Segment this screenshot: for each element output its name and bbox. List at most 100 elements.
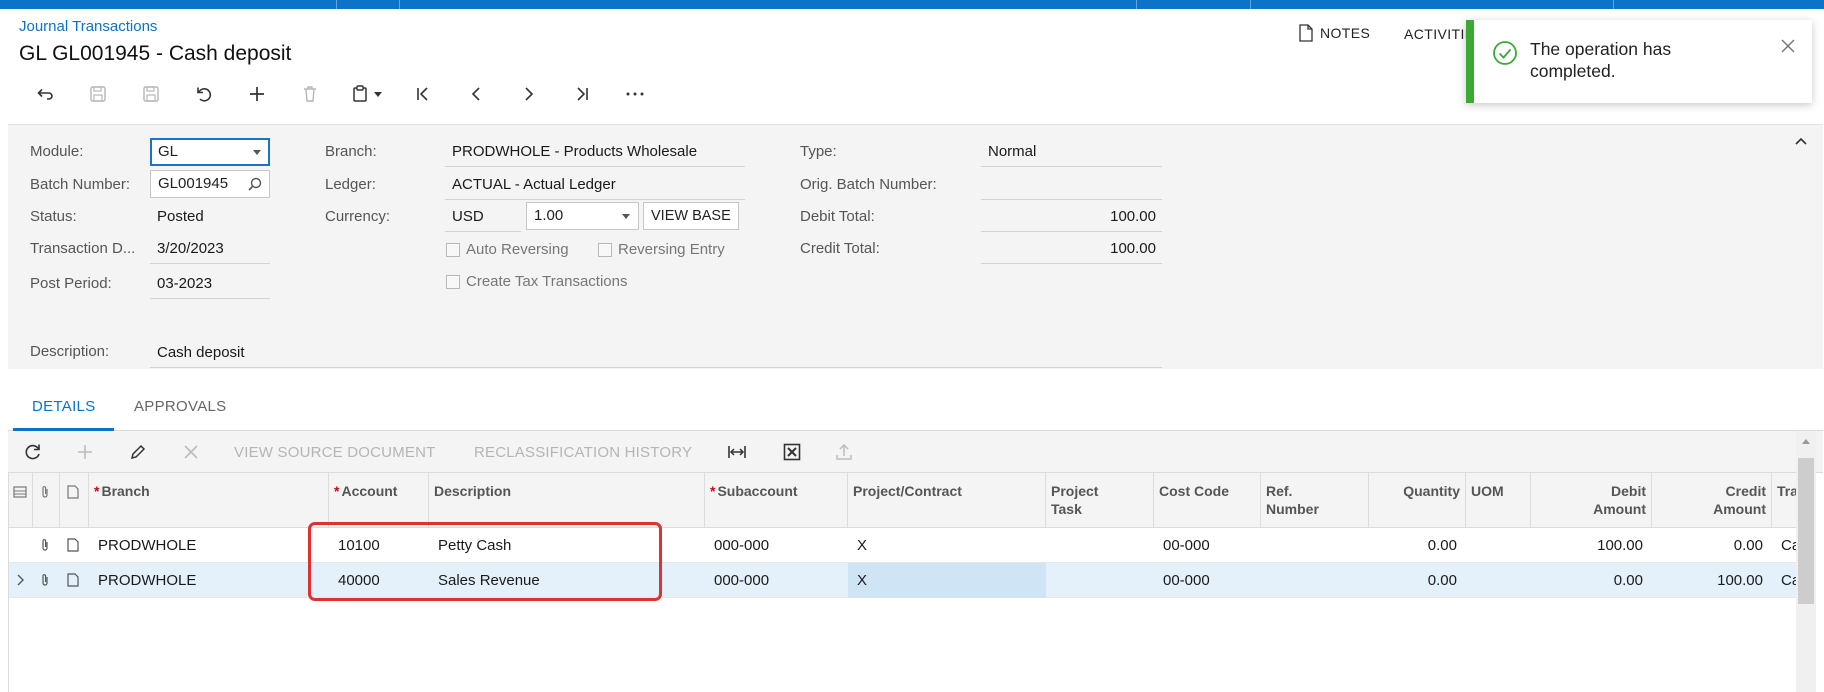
cell-branch[interactable]: PRODWHOLE (89, 528, 329, 563)
cell-subaccount[interactable]: 000-000 (705, 563, 848, 598)
column-description[interactable]: Description (429, 473, 705, 528)
cell-tran[interactable]: Ca (1772, 563, 1798, 598)
cell-quantity[interactable]: 0.00 (1369, 563, 1466, 598)
paperclip-icon (42, 486, 48, 498)
cell-ref-number[interactable] (1261, 563, 1369, 598)
row-expand-button[interactable] (9, 563, 33, 598)
cell-project-task[interactable] (1046, 528, 1154, 563)
cell-debit[interactable]: 0.00 (1531, 563, 1652, 598)
row-notes-button[interactable] (60, 563, 89, 598)
table-row[interactable]: PRODWHOLE 10100 Petty Cash 000-000 X 00-… (9, 528, 1798, 563)
column-uom[interactable]: UOM (1466, 473, 1531, 528)
cell-account[interactable]: 40000 (329, 563, 429, 598)
currency-rate-select[interactable]: 1.00 (526, 202, 639, 230)
scrollbar-thumb[interactable] (1798, 458, 1814, 604)
fit-columns-button[interactable] (727, 431, 747, 473)
column-cost-code[interactable]: Cost Code (1154, 473, 1261, 528)
cell-branch[interactable]: PRODWHOLE (89, 563, 329, 598)
cell-quantity[interactable]: 0.00 (1369, 528, 1466, 563)
close-icon[interactable] (1778, 36, 1798, 56)
cell-account[interactable]: 10100 (329, 528, 429, 563)
activities-button[interactable]: ACTIVITIES (1404, 26, 1468, 42)
branch-label: Branch: (325, 143, 377, 160)
cell-credit[interactable]: 0.00 (1652, 528, 1772, 563)
delete-button[interactable] (283, 80, 336, 108)
refresh-button[interactable] (23, 431, 43, 473)
column-project[interactable]: Project/Contract (848, 473, 1046, 528)
first-record-button[interactable] (396, 80, 449, 108)
upload-button[interactable] (834, 431, 854, 473)
row-notes-button[interactable] (60, 528, 89, 563)
cell-description[interactable]: Sales Revenue (429, 563, 705, 598)
next-record-button[interactable] (502, 80, 555, 108)
column-project-task[interactable]: Project Task (1046, 473, 1154, 528)
add-button[interactable] (230, 80, 283, 108)
add-row-button[interactable] (75, 431, 95, 473)
column-credit[interactable]: Credit Amount (1652, 473, 1772, 528)
notes-button[interactable]: NOTES (1298, 24, 1370, 42)
scroll-up-icon[interactable] (1802, 439, 1810, 444)
view-base-button[interactable]: VIEW BASE (643, 202, 739, 230)
export-excel-button[interactable] (782, 431, 802, 473)
cell-uom[interactable] (1466, 528, 1531, 563)
previous-record-button[interactable] (449, 80, 502, 108)
description-input[interactable]: Cash deposit (150, 341, 1162, 368)
cell-debit[interactable]: 100.00 (1531, 528, 1652, 563)
delete-row-button[interactable] (181, 431, 201, 473)
last-record-button[interactable] (555, 80, 608, 108)
column-debit[interactable]: Debit Amount (1531, 473, 1652, 528)
search-icon[interactable] (247, 176, 263, 192)
clipboard-menu-button[interactable] (336, 80, 396, 108)
grid-scrollbar[interactable] (1796, 431, 1816, 692)
more-button[interactable] (608, 80, 661, 108)
tab-details[interactable]: DETAILS (13, 394, 114, 431)
save-close-button[interactable] (71, 80, 124, 108)
branch-input[interactable]: PRODWHOLE - Products Wholesale (445, 140, 745, 167)
table-row[interactable]: PRODWHOLE 40000 Sales Revenue 000-000 X … (9, 563, 1798, 598)
breadcrumb[interactable]: Journal Transactions (19, 18, 157, 35)
row-files-button[interactable] (33, 528, 60, 563)
tab-approvals[interactable]: APPROVALS (134, 394, 226, 431)
row-selector-header[interactable] (9, 473, 33, 528)
currency-input[interactable]: USD (445, 205, 521, 232)
reversing-entry-checkbox[interactable]: Reversing Entry (598, 241, 725, 258)
create-tax-checkbox[interactable]: Create Tax Transactions (446, 273, 627, 290)
cell-project-task[interactable] (1046, 563, 1154, 598)
module-select[interactable]: GL (150, 138, 270, 166)
column-account[interactable]: * Account (329, 473, 429, 528)
cell-uom[interactable] (1466, 563, 1531, 598)
cell-subaccount[interactable]: 000-000 (705, 528, 848, 563)
cell-credit[interactable]: 100.00 (1652, 563, 1772, 598)
transaction-date-input[interactable]: 3/20/2023 (150, 237, 270, 264)
cell-tran[interactable]: Ca (1772, 528, 1798, 563)
cell-cost-code[interactable]: 00-000 (1154, 528, 1261, 563)
column-quantity[interactable]: Quantity (1369, 473, 1466, 528)
ledger-input[interactable]: ACTUAL - Actual Ledger (445, 173, 745, 200)
main-toolbar (18, 80, 661, 108)
column-tran[interactable]: Tran (1772, 473, 1798, 528)
post-period-input[interactable]: 03-2023 (150, 272, 270, 299)
row-files-button[interactable] (33, 563, 60, 598)
cell-project[interactable]: X (848, 563, 1046, 598)
cell-cost-code[interactable]: 00-000 (1154, 563, 1261, 598)
batch-number-input[interactable]: GL001945 (150, 170, 270, 198)
top-nav-divider (1613, 0, 1614, 9)
column-branch[interactable]: * Branch (89, 473, 329, 528)
column-subaccount[interactable]: * Subaccount (705, 473, 848, 528)
column-ref-number[interactable]: Ref. Number (1261, 473, 1369, 528)
back-button[interactable] (18, 80, 71, 108)
pencil-icon (130, 444, 146, 460)
cell-project[interactable]: X (848, 528, 1046, 563)
cell-description[interactable]: Petty Cash (429, 528, 705, 563)
save-button[interactable] (124, 80, 177, 108)
type-label: Type: (800, 143, 837, 160)
cancel-button[interactable] (177, 80, 230, 108)
column-subaccount-label: Subaccount (717, 483, 798, 499)
view-source-document-button[interactable]: VIEW SOURCE DOCUMENT (234, 431, 436, 473)
cell-ref-number[interactable] (1261, 528, 1369, 563)
reclassification-history-button[interactable]: RECLASSIFICATION HISTORY (474, 431, 692, 473)
column-account-label: Account (341, 483, 398, 499)
chevron-up-icon[interactable] (1793, 133, 1809, 149)
auto-reversing-checkbox[interactable]: Auto Reversing (446, 241, 569, 258)
edit-row-button[interactable] (128, 431, 148, 473)
